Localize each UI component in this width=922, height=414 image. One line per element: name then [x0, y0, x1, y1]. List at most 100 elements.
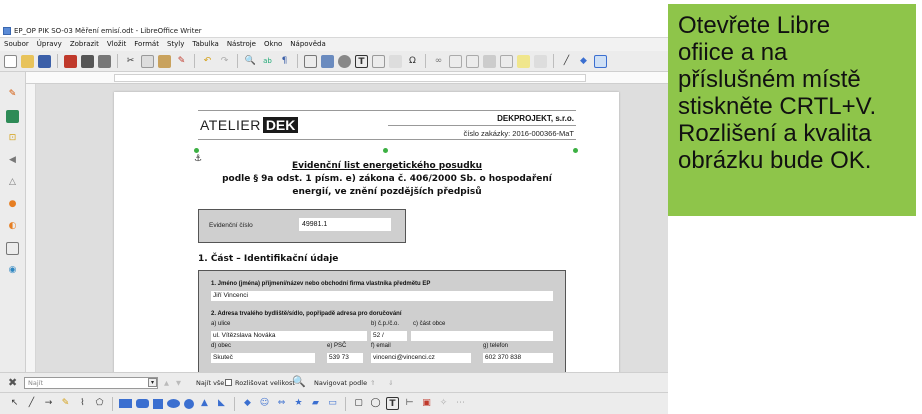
extrusion-icon[interactable]: ✧: [437, 397, 450, 410]
show-draw-functions-icon[interactable]: [594, 54, 607, 68]
find-replace-icon[interactable]: 🔍: [244, 55, 257, 68]
match-case-checkbox[interactable]: [225, 379, 232, 386]
selection-handle[interactable]: [573, 148, 578, 153]
insert-endnote-icon[interactable]: [466, 54, 479, 68]
comment-shape-icon[interactable]: ◯: [369, 397, 382, 410]
insert-cross-reference-icon[interactable]: [500, 54, 513, 68]
close-find-bar-icon[interactable]: ✖: [8, 376, 17, 389]
menu-napoveda[interactable]: Nápověda: [290, 38, 325, 51]
arrow-line-icon[interactable]: →: [42, 397, 55, 410]
insert-bookmark-icon[interactable]: [483, 54, 496, 68]
find-input[interactable]: Najít: [24, 377, 158, 389]
manage-changes-icon[interactable]: ●: [6, 198, 19, 211]
basic-shapes-icon[interactable]: ◆: [241, 397, 254, 410]
redo-icon[interactable]: ↷: [218, 55, 231, 68]
insert-table-icon[interactable]: [304, 54, 317, 68]
print-preview-icon[interactable]: [98, 54, 111, 68]
insert-image-icon[interactable]: [321, 54, 334, 68]
gallery-icon[interactable]: ◀: [6, 154, 19, 167]
insert-comment-icon[interactable]: [517, 54, 530, 68]
rounded-rectangle-icon[interactable]: [136, 399, 149, 408]
document-page[interactable]: ATELIER DEK DEKPROJEKT, s.r.o. číslo zaká…: [114, 92, 619, 372]
navigator-icon[interactable]: △: [6, 176, 19, 189]
find-next-icon[interactable]: ▼: [176, 379, 181, 387]
flowchart-icon[interactable]: ▭: [326, 397, 339, 410]
print-icon[interactable]: [81, 54, 94, 68]
menu-format[interactable]: Formát: [134, 38, 159, 51]
insert-footnote-icon[interactable]: [449, 54, 462, 68]
open-folder-icon[interactable]: [21, 54, 34, 68]
insert-page-break-icon[interactable]: [372, 54, 385, 68]
block-arrows-icon[interactable]: ⇔: [275, 397, 288, 410]
menu-okno[interactable]: Okno: [264, 38, 282, 51]
styles-icon[interactable]: ⊡: [6, 132, 19, 145]
insert-textbox-icon[interactable]: T: [355, 54, 368, 68]
right-triangle-icon[interactable]: ◣: [215, 397, 228, 410]
triangle-icon[interactable]: ▲: [198, 397, 211, 410]
email-field[interactable]: vincenci@vincenci.cz: [371, 353, 471, 363]
postcode-field[interactable]: 539 73: [327, 353, 363, 363]
evidence-number-value[interactable]: 49981.1: [299, 218, 391, 231]
menu-vlozit[interactable]: Vložit: [107, 38, 126, 51]
menu-upravy[interactable]: Úpravy: [37, 38, 62, 51]
curve-icon[interactable]: ⌇: [76, 397, 89, 410]
rectangle-icon[interactable]: [119, 399, 132, 408]
paste-icon[interactable]: [158, 54, 171, 68]
clone-formatting-icon[interactable]: ✎: [175, 55, 188, 68]
document-area[interactable]: ATELIER DEK DEKPROJEKT, s.r.o. číslo zaká…: [36, 84, 668, 372]
menu-styly[interactable]: Styly: [167, 38, 184, 51]
save-icon[interactable]: [38, 54, 51, 68]
menu-tabulka[interactable]: Tabulka: [192, 38, 218, 51]
stars-icon[interactable]: ★: [292, 397, 305, 410]
new-document-icon[interactable]: [4, 54, 17, 68]
phone-field[interactable]: 602 370 838: [483, 353, 553, 363]
owner-name-field[interactable]: Jiří Vincenci: [211, 291, 553, 301]
find-all-button[interactable]: Najít vše: [196, 379, 224, 387]
selection-handle[interactable]: [383, 148, 388, 153]
line-icon[interactable]: ╱: [25, 397, 38, 410]
fontwork-icon[interactable]: ⊢: [403, 397, 416, 410]
insert-special-character-icon[interactable]: Ω: [406, 55, 419, 68]
street-field[interactable]: ul. Vítězslava Nováka: [211, 331, 367, 341]
menu-nastroje[interactable]: Nástroje: [227, 38, 256, 51]
polygon-icon[interactable]: ⬠: [93, 397, 106, 410]
points-icon[interactable]: ⋯: [454, 397, 467, 410]
properties-icon[interactable]: ✎: [6, 88, 19, 101]
find-previous-icon[interactable]: ▲: [164, 379, 169, 387]
customize-icon[interactable]: ◉: [6, 264, 19, 277]
design-icon[interactable]: ◐: [6, 220, 19, 233]
navigate-up-icon[interactable]: ⇑: [370, 379, 375, 387]
insert-textbox-icon[interactable]: T: [386, 397, 399, 410]
selection-handle[interactable]: [194, 148, 199, 153]
page-icon[interactable]: [6, 110, 19, 123]
find-replace-dialog-icon[interactable]: 🔍: [292, 375, 306, 388]
page-setup-icon[interactable]: [6, 242, 19, 255]
district-field[interactable]: [411, 331, 553, 341]
menu-soubor[interactable]: Soubor: [4, 38, 29, 51]
insert-image-icon[interactable]: ▣: [420, 397, 433, 410]
insert-line-icon[interactable]: ╱: [560, 55, 573, 68]
undo-icon[interactable]: ↶: [201, 55, 214, 68]
export-pdf-icon[interactable]: [64, 54, 77, 68]
house-number-field[interactable]: 52 /: [371, 331, 407, 341]
spelling-icon[interactable]: ab: [261, 55, 274, 68]
insert-field-icon[interactable]: [389, 54, 402, 68]
menu-zobrazit[interactable]: Zobrazit: [70, 38, 99, 51]
ellipse-icon[interactable]: [167, 399, 180, 408]
horizontal-ruler[interactable]: [26, 72, 668, 84]
copy-icon[interactable]: [141, 54, 154, 68]
formatting-marks-icon[interactable]: ¶: [278, 55, 291, 68]
cut-icon[interactable]: ✂: [124, 55, 137, 68]
freeform-icon[interactable]: ✎: [59, 397, 72, 410]
basic-shapes-icon[interactable]: ◆: [577, 55, 590, 68]
symbol-shapes-icon[interactable]: ☺: [258, 397, 271, 410]
insert-hyperlink-icon[interactable]: ∞: [432, 55, 445, 68]
square-icon[interactable]: [153, 398, 163, 409]
insert-chart-icon[interactable]: [338, 54, 351, 68]
find-history-dropdown-icon[interactable]: ▾: [148, 378, 157, 387]
insert-callout-icon[interactable]: ▢: [352, 397, 365, 410]
callouts-icon[interactable]: ▰: [309, 397, 322, 410]
vertical-ruler[interactable]: [26, 84, 36, 372]
circle-icon[interactable]: [184, 398, 194, 409]
city-field[interactable]: Skuteč: [211, 353, 315, 363]
